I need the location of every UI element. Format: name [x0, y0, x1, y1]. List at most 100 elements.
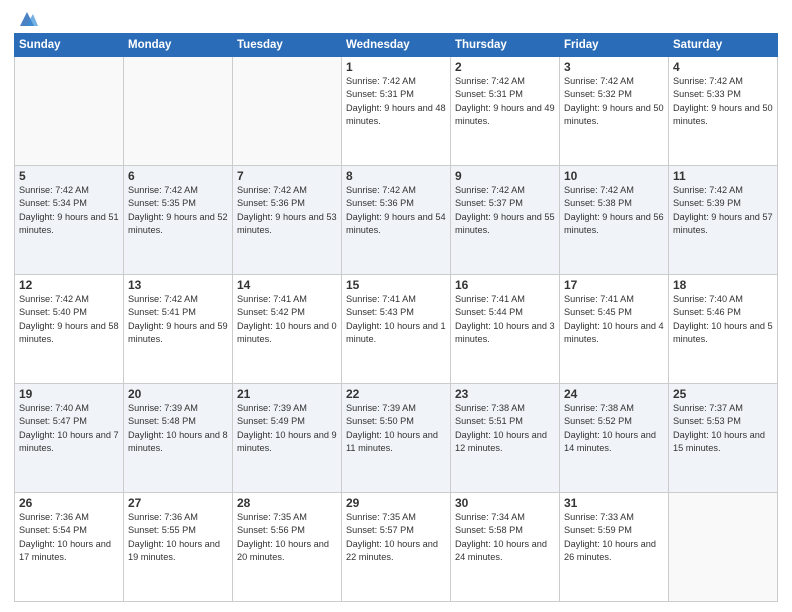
calendar-cell: 25Sunrise: 7:37 AM Sunset: 5:53 PM Dayli… — [669, 384, 778, 493]
day-number: 18 — [673, 278, 773, 292]
day-number: 13 — [128, 278, 228, 292]
calendar-cell: 16Sunrise: 7:41 AM Sunset: 5:44 PM Dayli… — [451, 275, 560, 384]
day-number: 16 — [455, 278, 555, 292]
calendar-week-row: 26Sunrise: 7:36 AM Sunset: 5:54 PM Dayli… — [15, 493, 778, 602]
logo — [14, 10, 38, 27]
day-number: 21 — [237, 387, 337, 401]
calendar-week-row: 1Sunrise: 7:42 AM Sunset: 5:31 PM Daylig… — [15, 57, 778, 166]
weekday-header: Tuesday — [233, 34, 342, 57]
calendar-cell — [124, 57, 233, 166]
calendar-week-row: 12Sunrise: 7:42 AM Sunset: 5:40 PM Dayli… — [15, 275, 778, 384]
day-number: 7 — [237, 169, 337, 183]
day-number: 27 — [128, 496, 228, 510]
calendar-cell — [233, 57, 342, 166]
day-info: Sunrise: 7:42 AM Sunset: 5:36 PM Dayligh… — [237, 184, 337, 237]
calendar-table: SundayMondayTuesdayWednesdayThursdayFrid… — [14, 33, 778, 602]
day-info: Sunrise: 7:38 AM Sunset: 5:52 PM Dayligh… — [564, 402, 664, 455]
day-info: Sunrise: 7:42 AM Sunset: 5:31 PM Dayligh… — [346, 75, 446, 128]
weekday-header: Monday — [124, 34, 233, 57]
calendar-cell: 15Sunrise: 7:41 AM Sunset: 5:43 PM Dayli… — [342, 275, 451, 384]
day-number: 4 — [673, 60, 773, 74]
day-info: Sunrise: 7:42 AM Sunset: 5:32 PM Dayligh… — [564, 75, 664, 128]
day-number: 22 — [346, 387, 446, 401]
day-info: Sunrise: 7:39 AM Sunset: 5:48 PM Dayligh… — [128, 402, 228, 455]
calendar-cell: 28Sunrise: 7:35 AM Sunset: 5:56 PM Dayli… — [233, 493, 342, 602]
day-number: 28 — [237, 496, 337, 510]
day-info: Sunrise: 7:40 AM Sunset: 5:47 PM Dayligh… — [19, 402, 119, 455]
calendar-cell: 23Sunrise: 7:38 AM Sunset: 5:51 PM Dayli… — [451, 384, 560, 493]
calendar-cell: 17Sunrise: 7:41 AM Sunset: 5:45 PM Dayli… — [560, 275, 669, 384]
calendar-cell: 26Sunrise: 7:36 AM Sunset: 5:54 PM Dayli… — [15, 493, 124, 602]
day-info: Sunrise: 7:41 AM Sunset: 5:43 PM Dayligh… — [346, 293, 446, 346]
day-number: 15 — [346, 278, 446, 292]
calendar-cell: 3Sunrise: 7:42 AM Sunset: 5:32 PM Daylig… — [560, 57, 669, 166]
day-info: Sunrise: 7:42 AM Sunset: 5:38 PM Dayligh… — [564, 184, 664, 237]
day-number: 9 — [455, 169, 555, 183]
calendar-cell: 1Sunrise: 7:42 AM Sunset: 5:31 PM Daylig… — [342, 57, 451, 166]
calendar-cell: 7Sunrise: 7:42 AM Sunset: 5:36 PM Daylig… — [233, 166, 342, 275]
day-info: Sunrise: 7:42 AM Sunset: 5:36 PM Dayligh… — [346, 184, 446, 237]
day-number: 12 — [19, 278, 119, 292]
weekday-header: Thursday — [451, 34, 560, 57]
calendar-cell: 13Sunrise: 7:42 AM Sunset: 5:41 PM Dayli… — [124, 275, 233, 384]
day-number: 17 — [564, 278, 664, 292]
calendar-header-row: SundayMondayTuesdayWednesdayThursdayFrid… — [15, 34, 778, 57]
day-info: Sunrise: 7:42 AM Sunset: 5:37 PM Dayligh… — [455, 184, 555, 237]
day-info: Sunrise: 7:33 AM Sunset: 5:59 PM Dayligh… — [564, 511, 664, 564]
calendar-cell: 20Sunrise: 7:39 AM Sunset: 5:48 PM Dayli… — [124, 384, 233, 493]
day-info: Sunrise: 7:34 AM Sunset: 5:58 PM Dayligh… — [455, 511, 555, 564]
page: SundayMondayTuesdayWednesdayThursdayFrid… — [0, 0, 792, 612]
day-info: Sunrise: 7:36 AM Sunset: 5:54 PM Dayligh… — [19, 511, 119, 564]
calendar-cell: 4Sunrise: 7:42 AM Sunset: 5:33 PM Daylig… — [669, 57, 778, 166]
calendar-week-row: 19Sunrise: 7:40 AM Sunset: 5:47 PM Dayli… — [15, 384, 778, 493]
calendar-cell: 29Sunrise: 7:35 AM Sunset: 5:57 PM Dayli… — [342, 493, 451, 602]
day-info: Sunrise: 7:42 AM Sunset: 5:33 PM Dayligh… — [673, 75, 773, 128]
day-info: Sunrise: 7:42 AM Sunset: 5:41 PM Dayligh… — [128, 293, 228, 346]
day-info: Sunrise: 7:39 AM Sunset: 5:50 PM Dayligh… — [346, 402, 446, 455]
day-info: Sunrise: 7:38 AM Sunset: 5:51 PM Dayligh… — [455, 402, 555, 455]
day-number: 25 — [673, 387, 773, 401]
day-number: 1 — [346, 60, 446, 74]
calendar-cell: 12Sunrise: 7:42 AM Sunset: 5:40 PM Dayli… — [15, 275, 124, 384]
day-number: 24 — [564, 387, 664, 401]
day-number: 23 — [455, 387, 555, 401]
weekday-header: Sunday — [15, 34, 124, 57]
day-number: 30 — [455, 496, 555, 510]
calendar-cell: 5Sunrise: 7:42 AM Sunset: 5:34 PM Daylig… — [15, 166, 124, 275]
day-number: 10 — [564, 169, 664, 183]
day-info: Sunrise: 7:39 AM Sunset: 5:49 PM Dayligh… — [237, 402, 337, 455]
day-info: Sunrise: 7:37 AM Sunset: 5:53 PM Dayligh… — [673, 402, 773, 455]
day-info: Sunrise: 7:40 AM Sunset: 5:46 PM Dayligh… — [673, 293, 773, 346]
calendar-cell: 9Sunrise: 7:42 AM Sunset: 5:37 PM Daylig… — [451, 166, 560, 275]
calendar-cell — [15, 57, 124, 166]
day-number: 11 — [673, 169, 773, 183]
calendar-cell: 14Sunrise: 7:41 AM Sunset: 5:42 PM Dayli… — [233, 275, 342, 384]
day-number: 20 — [128, 387, 228, 401]
day-info: Sunrise: 7:42 AM Sunset: 5:39 PM Dayligh… — [673, 184, 773, 237]
day-number: 5 — [19, 169, 119, 183]
day-number: 29 — [346, 496, 446, 510]
day-info: Sunrise: 7:42 AM Sunset: 5:35 PM Dayligh… — [128, 184, 228, 237]
calendar-cell: 8Sunrise: 7:42 AM Sunset: 5:36 PM Daylig… — [342, 166, 451, 275]
calendar-cell: 21Sunrise: 7:39 AM Sunset: 5:49 PM Dayli… — [233, 384, 342, 493]
day-info: Sunrise: 7:42 AM Sunset: 5:40 PM Dayligh… — [19, 293, 119, 346]
calendar-cell — [669, 493, 778, 602]
day-number: 31 — [564, 496, 664, 510]
calendar-cell: 19Sunrise: 7:40 AM Sunset: 5:47 PM Dayli… — [15, 384, 124, 493]
weekday-header: Saturday — [669, 34, 778, 57]
calendar-cell: 2Sunrise: 7:42 AM Sunset: 5:31 PM Daylig… — [451, 57, 560, 166]
day-number: 3 — [564, 60, 664, 74]
logo-icon — [16, 8, 38, 30]
day-number: 8 — [346, 169, 446, 183]
day-number: 26 — [19, 496, 119, 510]
calendar-cell: 22Sunrise: 7:39 AM Sunset: 5:50 PM Dayli… — [342, 384, 451, 493]
calendar-week-row: 5Sunrise: 7:42 AM Sunset: 5:34 PM Daylig… — [15, 166, 778, 275]
day-info: Sunrise: 7:35 AM Sunset: 5:56 PM Dayligh… — [237, 511, 337, 564]
day-number: 6 — [128, 169, 228, 183]
day-number: 14 — [237, 278, 337, 292]
calendar-cell: 18Sunrise: 7:40 AM Sunset: 5:46 PM Dayli… — [669, 275, 778, 384]
day-number: 19 — [19, 387, 119, 401]
weekday-header: Wednesday — [342, 34, 451, 57]
day-info: Sunrise: 7:42 AM Sunset: 5:34 PM Dayligh… — [19, 184, 119, 237]
calendar-cell: 10Sunrise: 7:42 AM Sunset: 5:38 PM Dayli… — [560, 166, 669, 275]
